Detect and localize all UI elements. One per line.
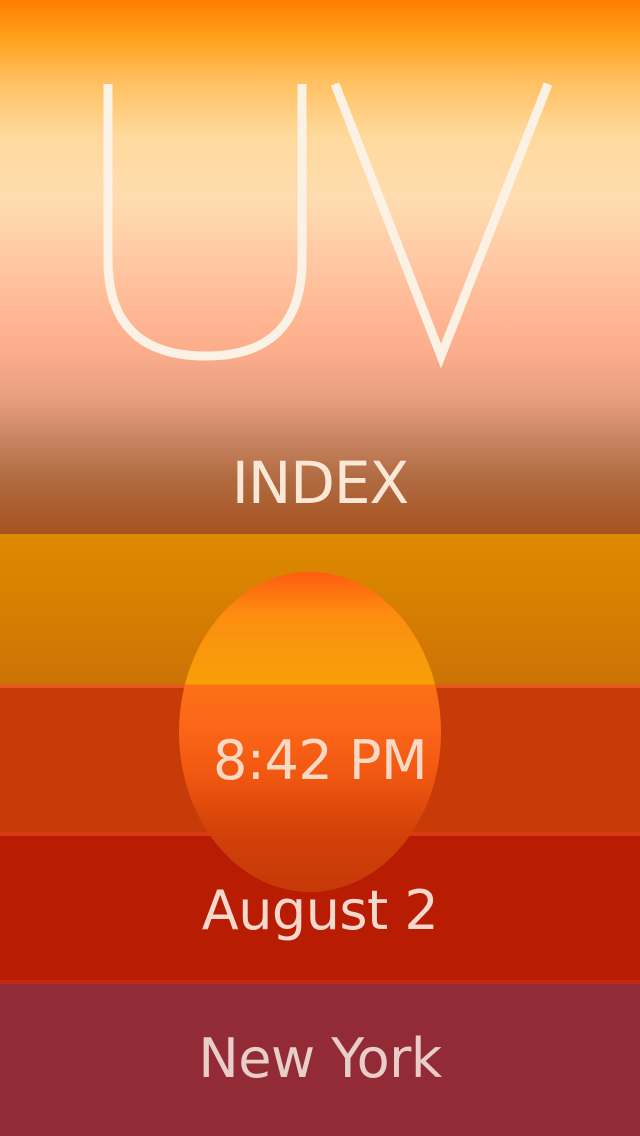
uv-index-screen: UV INDEX 8:42 PM August 2 New York — [0, 0, 640, 1136]
date-label: August 2 — [201, 879, 439, 942]
uv-title: UV — [0, 0, 2, 1]
city-label: New York — [198, 1027, 442, 1090]
time-label: 8:42 PM — [212, 729, 428, 792]
index-label: INDEX — [231, 449, 410, 517]
uv-index-header[interactable]: UV INDEX — [0, 0, 640, 534]
